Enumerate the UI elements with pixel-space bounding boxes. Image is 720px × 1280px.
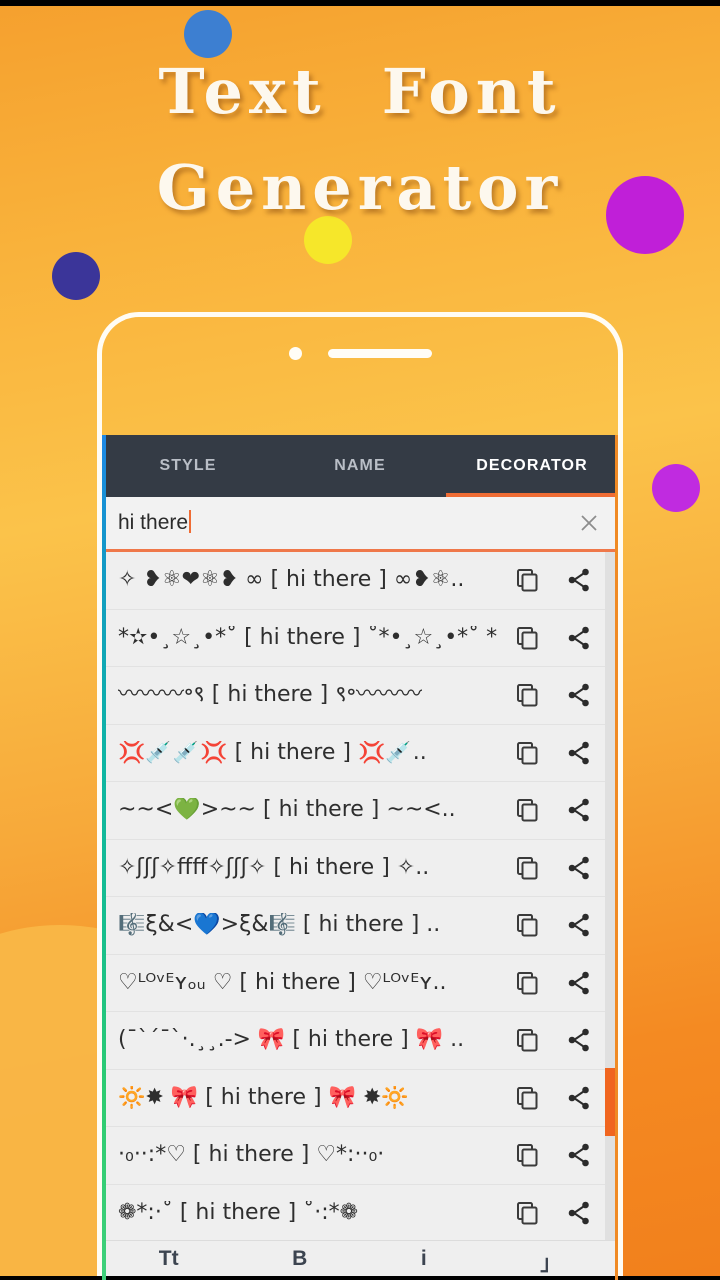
list-item[interactable]: ❁*:·˚ [ hi there ] ˚·:*❁ <box>102 1184 618 1240</box>
share-icon[interactable] <box>562 736 596 770</box>
row-actions <box>510 908 610 942</box>
copy-icon[interactable] <box>510 1196 544 1230</box>
camera-dot-icon <box>288 347 302 360</box>
row-actions <box>510 621 610 655</box>
share-icon[interactable] <box>562 1138 596 1172</box>
decor-circle-indigo <box>52 252 100 300</box>
share-icon[interactable] <box>562 908 596 942</box>
decorator-preview-text: ❁*:·˚ [ hi there ] ˚·:*❁ <box>118 1200 359 1225</box>
list-item[interactable]: ✧ ❥⚛❤⚛❥ ∞ [ hi there ] ∞❥⚛.. <box>102 552 618 610</box>
copy-icon[interactable] <box>510 1081 544 1115</box>
right-color-rail <box>615 435 618 1280</box>
decorator-preview-text: 💢💉💉💢 [ hi there ] 💢💉.. <box>118 740 427 765</box>
copy-icon[interactable] <box>510 908 544 942</box>
decorator-list[interactable]: ✧ ❥⚛❤⚛❥ ∞ [ hi there ] ∞❥⚛.. *✫•¸☆¸•*˚ [ … <box>102 552 618 1240</box>
italic-icon[interactable]: i <box>421 1247 427 1279</box>
share-icon[interactable] <box>562 563 596 597</box>
copy-icon[interactable] <box>510 563 544 597</box>
row-actions <box>510 736 610 770</box>
row-actions <box>510 851 610 885</box>
share-icon[interactable] <box>562 621 596 655</box>
list-item[interactable]: (¯`´¯`·.¸¸.-> 🎀 [ hi there ] 🎀 .. <box>102 1012 618 1070</box>
share-icon[interactable] <box>562 1081 596 1115</box>
tab-name[interactable]: NAME <box>274 435 446 497</box>
decorator-preview-text: *✫•¸☆¸•*˚ [ hi there ] ˚*•¸☆¸•*˚ * <box>118 625 498 650</box>
decorator-preview-text: ✧ʃʃʃ✧ffff✧ʃʃʃ✧ [ hi there ] ✧.. <box>118 855 430 880</box>
share-icon[interactable] <box>562 851 596 885</box>
row-actions <box>510 793 610 827</box>
copy-icon[interactable] <box>510 851 544 885</box>
copy-icon[interactable] <box>510 793 544 827</box>
decorator-preview-text: ♡ᴸᴼᵛᴱʏₒᵤ ♡ [ hi there ] ♡ᴸᴼᵛᴱʏ.. <box>118 970 447 995</box>
share-icon[interactable] <box>562 1023 596 1057</box>
copy-icon[interactable] <box>510 678 544 712</box>
list-item[interactable]: ·₀··:*♡ [ hi there ] ♡*:··₀· <box>102 1127 618 1185</box>
decorator-preview-text: 🎼ξ&<💙>ξ&🎼 [ hi there ] .. <box>118 913 441 938</box>
poster-background: Text Font Generator STYLE NAME DECORATOR … <box>0 0 720 1280</box>
tab-style[interactable]: STYLE <box>102 435 274 497</box>
page-title-line-2: Generator <box>156 151 564 224</box>
letterbox-top <box>0 0 720 6</box>
tab-decorator-label: DECORATOR <box>476 457 588 474</box>
tab-style-label: STYLE <box>159 457 217 474</box>
list-item[interactable]: 💢💉💉💢 [ hi there ] 💢💉.. <box>102 724 618 782</box>
scrollbar-track[interactable] <box>605 552 615 1240</box>
tab-name-label: NAME <box>334 457 386 474</box>
more-icon[interactable]: 」 <box>540 1247 561 1279</box>
row-actions <box>510 1023 610 1057</box>
copy-icon[interactable] <box>510 736 544 770</box>
tab-bar: STYLE NAME DECORATOR <box>102 435 618 497</box>
search-input[interactable]: hi there <box>118 509 574 537</box>
italic-label: i <box>420 1247 427 1270</box>
list-item[interactable]: 🔆✸ 🎀 [ hi there ] 🎀 ✸🔆 <box>102 1069 618 1127</box>
row-actions <box>510 678 610 712</box>
share-icon[interactable] <box>562 793 596 827</box>
bottom-toolbar: Tt B i 」 <box>102 1240 618 1280</box>
app-screen: STYLE NAME DECORATOR hi there ✧ ❥⚛❤⚛❥ ∞ … <box>102 435 618 1280</box>
copy-icon[interactable] <box>510 1138 544 1172</box>
page-title: Text Font Generator <box>0 44 720 236</box>
bold-label: B <box>292 1247 308 1270</box>
scrollbar-thumb[interactable] <box>605 1068 615 1136</box>
copy-icon[interactable] <box>510 966 544 1000</box>
search-input-value: hi there <box>118 510 189 534</box>
more-label: 」 <box>540 1252 562 1275</box>
text-format-label: Tt <box>158 1247 179 1270</box>
row-actions <box>510 1196 610 1230</box>
decorator-preview-text: ~~<💚>~~ [ hi there ] ~~<.. <box>118 798 456 823</box>
text-format-icon[interactable]: Tt <box>159 1247 179 1279</box>
page-title-line-1: Text Font <box>158 55 562 128</box>
copy-icon[interactable] <box>510 621 544 655</box>
row-actions <box>510 966 610 1000</box>
decorator-preview-text: 🔆✸ 🎀 [ hi there ] 🎀 ✸🔆 <box>118 1085 409 1110</box>
phone-notch <box>102 347 618 360</box>
phone-mockup-frame: STYLE NAME DECORATOR hi there ✧ ❥⚛❤⚛❥ ∞ … <box>97 312 623 1280</box>
decor-circle-purple-small <box>652 464 700 512</box>
share-icon[interactable] <box>562 1196 596 1230</box>
decorator-preview-text: ✧ ❥⚛❤⚛❥ ∞ [ hi there ] ∞❥⚛.. <box>118 568 465 593</box>
left-color-rail <box>102 435 106 1280</box>
tab-decorator[interactable]: DECORATOR <box>446 435 618 497</box>
list-item[interactable]: *✫•¸☆¸•*˚ [ hi there ] ˚*•¸☆¸•*˚ * <box>102 609 618 667</box>
letterbox-bottom <box>0 1276 720 1280</box>
list-item[interactable]: ♡ᴸᴼᵛᴱʏₒᵤ ♡ [ hi there ] ♡ᴸᴼᵛᴱʏ.. <box>102 954 618 1012</box>
share-icon[interactable] <box>562 966 596 1000</box>
text-input-row[interactable]: hi there <box>102 497 618 552</box>
list-item[interactable]: ✧ʃʃʃ✧ffff✧ʃʃʃ✧ [ hi there ] ✧.. <box>102 839 618 897</box>
row-actions <box>510 1081 610 1115</box>
bold-icon[interactable]: B <box>292 1247 307 1279</box>
decorator-preview-text: (¯`´¯`·.¸¸.-> 🎀 [ hi there ] 🎀 .. <box>118 1028 465 1053</box>
copy-icon[interactable] <box>510 1023 544 1057</box>
share-icon[interactable] <box>562 678 596 712</box>
list-item[interactable]: 〰〰〰॰९ [ hi there ] ९॰〰〰〰 <box>102 667 618 725</box>
list-item[interactable]: 🎼ξ&<💙>ξ&🎼 [ hi there ] .. <box>102 897 618 955</box>
decorator-preview-text: 〰〰〰॰९ [ hi there ] ९॰〰〰〰 <box>118 683 423 708</box>
text-caret <box>189 509 192 533</box>
list-item[interactable]: ~~<💚>~~ [ hi there ] ~~<.. <box>102 782 618 840</box>
row-actions <box>510 563 610 597</box>
close-icon[interactable] <box>574 508 604 538</box>
decorator-preview-text: ·₀··:*♡ [ hi there ] ♡*:··₀· <box>118 1143 385 1168</box>
speaker-bar-icon <box>327 349 432 358</box>
row-actions <box>510 1138 610 1172</box>
